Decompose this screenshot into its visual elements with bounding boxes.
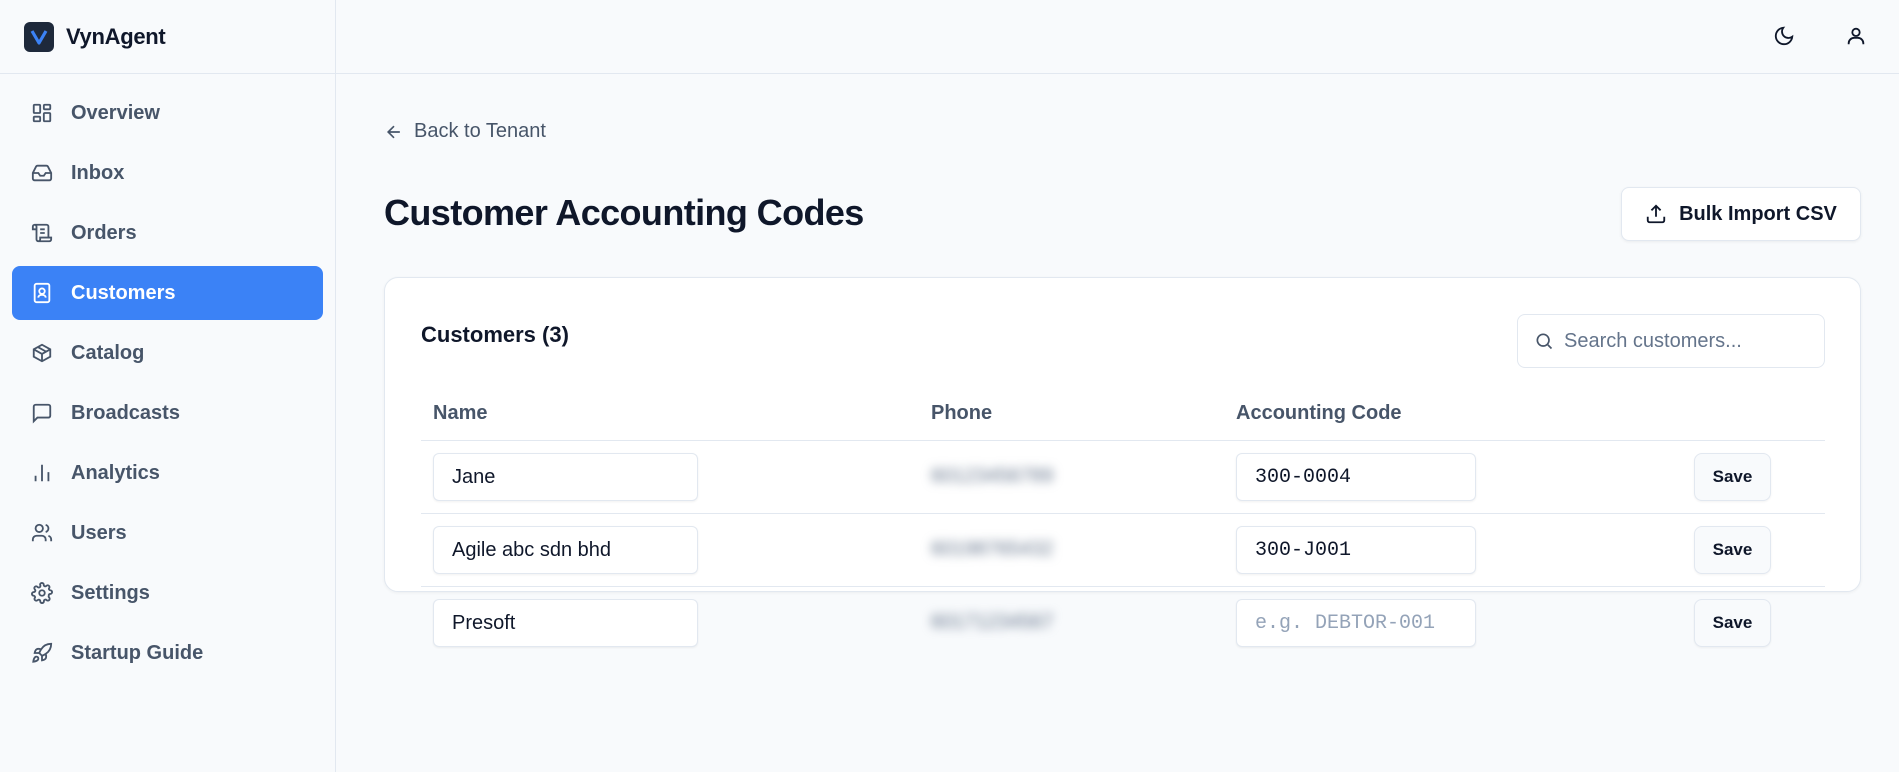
grid-icon [30, 101, 54, 125]
sidebar-item-label: Startup Guide [71, 641, 204, 664]
app-name: VynAgent [66, 23, 166, 49]
customer-name-field[interactable] [433, 453, 698, 501]
table-row: 60171234567 Save [421, 587, 1825, 660]
bulk-import-label: Bulk Import CSV [1679, 202, 1837, 225]
back-link-label: Back to Tenant [414, 120, 546, 142]
table-row: 60198765432 Save [421, 514, 1825, 587]
arrow-left-icon [384, 122, 404, 142]
upload-icon [1645, 203, 1667, 225]
customer-phone: 60123456789 [931, 465, 1054, 487]
table-header: Name Phone Accounting Code [421, 388, 1825, 441]
user-icon[interactable] [1838, 18, 1874, 54]
customer-name-field[interactable] [433, 599, 698, 647]
moon-icon[interactable] [1766, 18, 1802, 54]
customer-phone: 60171234567 [931, 611, 1054, 633]
sidebar-item-label: Settings [71, 581, 150, 604]
sidebar-item-label: Broadcasts [71, 401, 180, 424]
back-to-tenant-link[interactable]: Back to Tenant [384, 120, 546, 143]
column-header-name: Name [433, 402, 488, 424]
page-title: Customer Accounting Codes [384, 192, 864, 233]
sidebar-item-label: Orders [71, 221, 137, 244]
save-button[interactable]: Save [1694, 599, 1771, 647]
bar-chart-icon [30, 461, 54, 485]
save-button[interactable]: Save [1694, 453, 1771, 501]
topbar [336, 0, 1899, 74]
accounting-code-field[interactable] [1236, 526, 1476, 574]
sidebar-item-label: Users [71, 521, 127, 544]
gear-icon [30, 581, 54, 605]
brand[interactable]: VynAgent [0, 0, 335, 74]
search-input[interactable] [1564, 329, 1804, 353]
sidebar-item-overview[interactable]: Overview [12, 86, 323, 140]
sidebar-item-label: Analytics [71, 461, 160, 484]
column-header-phone: Phone [931, 402, 993, 424]
customer-phone: 60198765432 [931, 538, 1054, 560]
sidebar-item-orders[interactable]: Orders [12, 206, 323, 260]
scroll-icon [30, 221, 54, 245]
sidebar-item-label: Catalog [71, 341, 145, 364]
sidebar-item-inbox[interactable]: Inbox [12, 146, 323, 200]
sidebar-item-label: Inbox [71, 161, 125, 184]
sidebar-item-users[interactable]: Users [12, 506, 323, 560]
column-header-accounting-code: Accounting Code [1236, 402, 1402, 424]
search-box[interactable] [1517, 314, 1825, 368]
card-title: Customers (3) [421, 322, 569, 347]
accounting-code-field[interactable] [1236, 599, 1476, 647]
inbox-icon [30, 161, 54, 185]
bulk-import-csv-button[interactable]: Bulk Import CSV [1621, 187, 1861, 241]
customers-card: Customers (3) Name Phone Accounting Code… [384, 277, 1861, 647]
sidebar-item-analytics[interactable]: Analytics [12, 446, 323, 500]
save-button[interactable]: Save [1694, 526, 1771, 574]
sidebar-item-label: Overview [71, 101, 160, 124]
sidebar-item-catalog[interactable]: Catalog [12, 326, 323, 380]
message-square-icon [30, 401, 54, 425]
search-icon [1534, 331, 1554, 351]
sidebar-item-customers[interactable]: Customers [12, 266, 323, 320]
sidebar: VynAgent Overview Inbox Orders Customers [0, 0, 336, 772]
customer-name-field[interactable] [433, 526, 698, 574]
sidebar-item-settings[interactable]: Settings [12, 566, 323, 620]
sidebar-nav: Overview Inbox Orders Customers Catalog [0, 74, 335, 680]
package-icon [30, 341, 54, 365]
contact-book-icon [30, 281, 54, 305]
table-row: 60123456789 Save [421, 441, 1825, 514]
accounting-code-field[interactable] [1236, 453, 1476, 501]
sidebar-item-broadcasts[interactable]: Broadcasts [12, 386, 323, 440]
v-logo-icon [24, 21, 54, 52]
rocket-icon [30, 641, 54, 665]
sidebar-item-label: Customers [71, 281, 176, 304]
users-icon [30, 521, 54, 545]
sidebar-item-startup-guide[interactable]: Startup Guide [12, 626, 323, 680]
